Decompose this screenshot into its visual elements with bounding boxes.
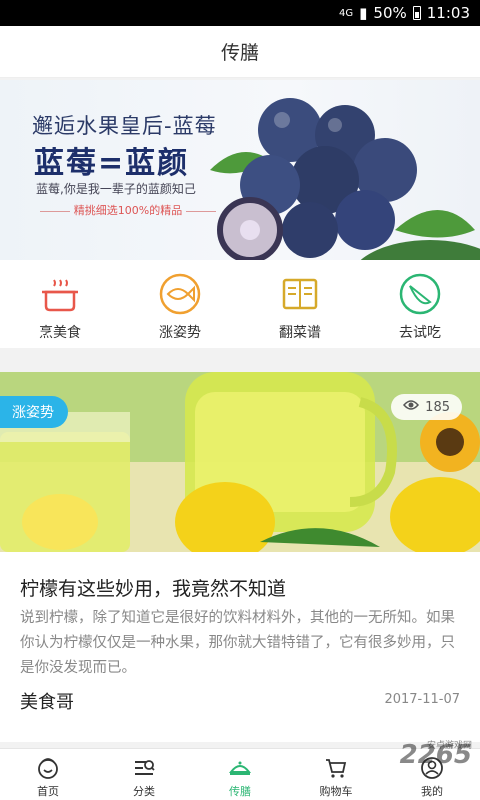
- network-indicator: 4G: [339, 7, 354, 19]
- category-icon: [131, 755, 157, 781]
- article-card[interactable]: 涨姿势 185 柠檬有这些妙用，我竟然不知道 说到柠檬，除了知道它是很好的饮料材…: [0, 372, 480, 742]
- article-tag[interactable]: 涨姿势: [0, 396, 68, 428]
- tab-label: 购物车: [319, 785, 353, 798]
- article-image: 涨姿势 185: [0, 372, 480, 552]
- banner-slogan: 蓝莓=蓝颜: [34, 146, 190, 181]
- menu-item-knowledge[interactable]: 涨姿势: [120, 260, 240, 348]
- view-count-badge: 185: [391, 394, 462, 420]
- watermark-subtext: 安卓游戏网: [426, 741, 472, 751]
- menu-item-label: 翻菜谱: [279, 325, 321, 341]
- watermelon-icon: [398, 272, 442, 316]
- menu-item-tasting[interactable]: 去试吃: [360, 260, 480, 348]
- tab-dishes[interactable]: 传膳: [192, 749, 288, 800]
- article-title[interactable]: 柠檬有这些妙用，我竟然不知道: [20, 574, 286, 601]
- fish-icon: [158, 272, 202, 316]
- tab-label: 传膳: [229, 785, 251, 798]
- blueberry-illustration: [210, 98, 480, 260]
- cart-icon: [323, 755, 349, 781]
- view-count: 185: [425, 399, 450, 415]
- promo-banner[interactable]: 邂逅水果皇后-蓝莓 蓝莓=蓝颜 蓝莓,你是我一辈子的蓝颜知己 精挑细选100%的…: [0, 80, 480, 260]
- pot-icon: [38, 272, 82, 316]
- battery-level: 50%: [373, 4, 407, 22]
- tab-label: 首页: [37, 785, 59, 798]
- page-header: 传膳: [0, 26, 480, 78]
- menu-item-label: 烹美食: [39, 325, 81, 341]
- home-icon: [35, 755, 61, 781]
- banner-tagline: 蓝莓,你是我一辈子的蓝颜知己: [36, 182, 196, 196]
- site-watermark: 2265 安卓游戏网: [400, 740, 472, 770]
- article-author[interactable]: 美食哥: [20, 688, 74, 714]
- tab-cart[interactable]: 购物车: [288, 749, 384, 800]
- battery-icon: [412, 6, 421, 20]
- article-description: 说到柠檬，除了知道它是很好的饮料材料外，其他的一无所知。如果你认为柠檬仅仅是一种…: [20, 610, 455, 676]
- tab-label: 分类: [133, 785, 155, 798]
- signal-icon: ▮: [359, 4, 368, 22]
- menu-item-recipes[interactable]: 翻菜谱: [240, 260, 360, 348]
- tab-label: 我的: [421, 785, 443, 798]
- banner-headline: 邂逅水果皇后-蓝莓: [32, 114, 217, 138]
- article-date: 2017-11-07: [384, 692, 460, 707]
- category-menu: 烹美食 涨姿势 翻菜谱 去试吃: [0, 260, 480, 348]
- tab-category[interactable]: 分类: [96, 749, 192, 800]
- book-icon: [278, 272, 322, 316]
- clock: 11:03: [426, 4, 470, 22]
- banner-subtagline: 精挑细选100%的精品: [28, 202, 228, 218]
- menu-item-label: 涨姿势: [159, 325, 201, 341]
- tab-home[interactable]: 首页: [0, 749, 96, 800]
- dish-icon: [227, 755, 253, 781]
- menu-item-label: 去试吃: [399, 325, 441, 341]
- page-title: 传膳: [220, 42, 259, 64]
- menu-item-cook[interactable]: 烹美食: [0, 260, 120, 348]
- status-bar: 4G ▮ 50% 11:03: [0, 0, 480, 26]
- eye-icon: [403, 399, 420, 415]
